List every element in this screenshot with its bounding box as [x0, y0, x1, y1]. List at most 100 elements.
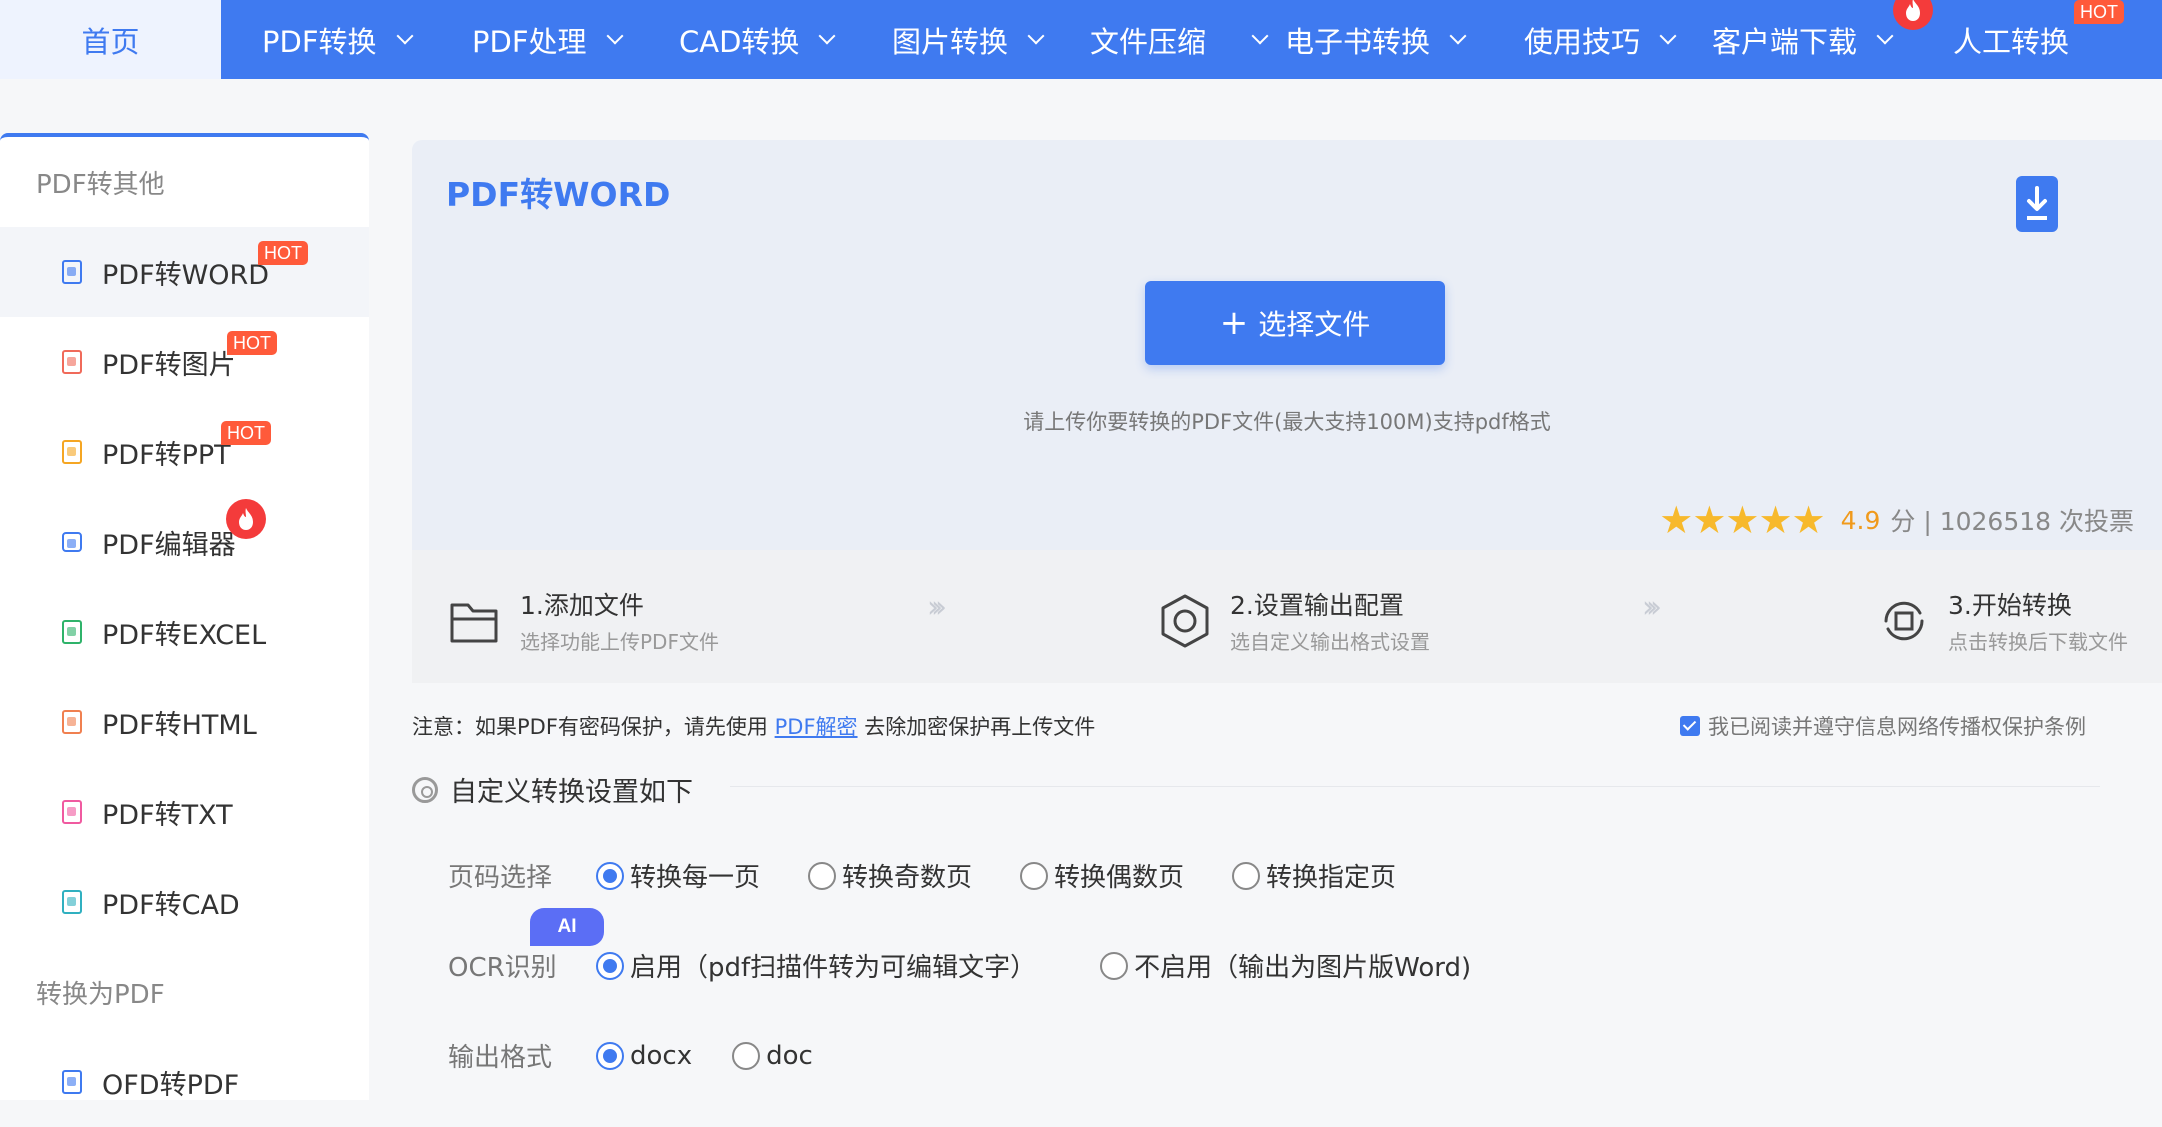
sidebar-item-label: PDF转CAD: [102, 889, 240, 921]
radio-specific-pages[interactable]: 转换指定页: [1232, 857, 1396, 894]
sidebar-item-pdf-editor[interactable]: PDF编辑器: [0, 497, 369, 587]
nav-label: 文件压缩: [1090, 24, 1207, 59]
sidebar-item-label: PDF编辑器: [102, 529, 236, 561]
radio-label: 转换指定页: [1266, 863, 1397, 893]
word-file-icon: [62, 260, 82, 284]
nav-label: 客户端下载: [1712, 24, 1858, 59]
step-title: 3.开始转换: [1948, 591, 2072, 620]
step-subtitle: 选择功能上传PDF文件: [520, 630, 719, 654]
pdf-decrypt-link[interactable]: PDF解密: [775, 715, 858, 739]
steps-bar: 1.添加文件 选择功能上传PDF文件 ››› 2.设置输出配置 选自定义输出格式…: [412, 550, 2162, 683]
hot-badge: HOT: [221, 421, 271, 445]
monitor-icon: [62, 532, 82, 552]
radio-unchecked-icon: [732, 1041, 761, 1070]
radio-format-docx[interactable]: docx: [596, 1041, 692, 1071]
sidebar-item-pdf-to-excel[interactable]: PDF转EXCEL: [0, 587, 369, 677]
divider: [730, 786, 2100, 787]
radio-format-doc[interactable]: doc: [732, 1041, 813, 1071]
folder-icon: [450, 603, 498, 642]
sidebar-item-pdf-to-word[interactable]: PDF转WORD HOT: [0, 227, 369, 317]
fire-icon: [1893, 0, 1933, 30]
sidebar-item-pdf-to-html[interactable]: PDF转HTML: [0, 677, 369, 767]
sidebar-item-label: PDF转WORD: [102, 259, 270, 291]
sidebar-item-pdf-to-cad[interactable]: PDF转CAD: [0, 857, 369, 947]
radio-unchecked-icon: [1232, 861, 1261, 890]
settings-title: 自定义转换设置如下: [412, 770, 693, 809]
sidebar-item-label: PDF转EXCEL: [102, 619, 267, 651]
nav-client-download[interactable]: 客户端下载: [1712, 0, 1894, 79]
html-file-icon: [62, 710, 82, 734]
radio-even-pages[interactable]: 转换偶数页: [1020, 857, 1184, 894]
output-format-label: 输出格式: [448, 1043, 553, 1073]
select-file-label: 选择文件: [1258, 308, 1371, 341]
nav-label: 电子书转换: [1285, 24, 1431, 59]
top-nav: 首页 PDF转换 PDF处理 CAD转换 图片转换 文件压缩 电子书转换 使用技…: [0, 0, 2162, 79]
sidebar-item-pdf-to-ppt[interactable]: PDF转PPT HOT: [0, 407, 369, 497]
upload-area[interactable]: PDF转WORD + 选择文件 请上传你要转换的PDF文件(最大支持100M)支…: [412, 140, 2162, 550]
image-file-icon: [62, 350, 82, 374]
output-format-row: 输出格式 docx doc: [448, 1037, 861, 1074]
sidebar-item-label: PDF转PPT: [102, 439, 231, 471]
radio-unchecked-icon: [1100, 951, 1129, 980]
chevron-down-icon: [1659, 27, 1677, 44]
hot-badge: HOT: [258, 241, 308, 265]
radio-checked-icon: [596, 1041, 624, 1070]
nav-image-convert[interactable]: 图片转换: [892, 0, 1045, 79]
nav-pdf-process[interactable]: PDF处理: [472, 0, 623, 79]
plus-icon: +: [1219, 303, 1249, 343]
chevron-down-icon: [1449, 27, 1467, 44]
page-title: PDF转WORD: [446, 175, 671, 214]
radio-label: 转换奇数页: [842, 863, 973, 893]
radio-ocr-enable[interactable]: 启用（pdf扫描件转为可编辑文字）: [596, 947, 1036, 984]
step-settings: 2.设置输出配置 选自定义输出格式设置: [1156, 586, 1430, 655]
step-title: 2.设置输出配置: [1230, 591, 1404, 620]
radio-checked-icon: [596, 951, 624, 980]
nav-pdf-convert[interactable]: PDF转换: [262, 0, 413, 79]
radio-every-page[interactable]: 转换每一页: [596, 857, 760, 894]
nav-home[interactable]: 首页: [0, 0, 221, 79]
nav-file-compress[interactable]: 文件压缩: [1090, 0, 1269, 79]
download-icon[interactable]: [2016, 176, 2058, 232]
hot-badge: HOT: [2074, 0, 2124, 24]
chevron-down-icon: [606, 27, 623, 44]
ocr-label: OCR识别: [448, 953, 557, 983]
radio-odd-pages[interactable]: 转换奇数页: [808, 857, 972, 894]
radio-ocr-disable[interactable]: 不启用（输出为图片版Word): [1100, 947, 1471, 984]
nav-cad-convert[interactable]: CAD转换: [679, 0, 836, 79]
rating-score: 4.9: [1840, 505, 1881, 535]
nav-ebook-convert[interactable]: 电子书转换: [1285, 0, 1467, 79]
sidebar-item-pdf-to-txt[interactable]: PDF转TXT: [0, 767, 369, 857]
nav-manual-convert[interactable]: 人工转换: [1953, 0, 2069, 79]
sidebar-item-label: OFD转PDF: [102, 1069, 240, 1101]
password-notice: 注意：如果PDF有密码保护，请先使用 PDF解密 去除加密保护再上传文件: [412, 711, 1095, 741]
sidebar-group-pdf-to-other: PDF转其他: [36, 169, 165, 200]
radio-unchecked-icon: [1020, 861, 1049, 890]
gear-icon: [412, 776, 438, 803]
convert-icon: [1884, 601, 1924, 640]
sidebar-item-label: PDF转图片: [102, 349, 236, 381]
ppt-file-icon: [62, 440, 82, 464]
ofd-file-icon: [62, 1070, 82, 1094]
sidebar: PDF转其他 PDF转WORD HOT PDF转图片 HOT PDF转PPT H…: [0, 133, 369, 1101]
sidebar-item-pdf-to-image[interactable]: PDF转图片 HOT: [0, 317, 369, 407]
nav-label: CAD转换: [679, 24, 800, 59]
radio-label: 转换每一页: [630, 863, 761, 893]
nav-label: 使用技巧: [1524, 24, 1641, 59]
nav-tips[interactable]: 使用技巧: [1524, 0, 1677, 79]
step-subtitle: 点击转换后下载文件: [1948, 630, 2128, 654]
ocr-row: OCR识别 启用（pdf扫描件转为可编辑文字） 不启用（输出为图片版Word): [448, 947, 1519, 984]
chevron-down-icon: [1251, 27, 1269, 44]
sidebar-item-label: PDF转HTML: [102, 709, 257, 741]
sidebar-group-to-pdf: 转换为PDF: [36, 979, 165, 1010]
select-file-button[interactable]: + 选择文件: [1145, 281, 1445, 365]
notice-prefix: 注意：如果PDF有密码保护，请先使用: [412, 715, 768, 739]
agree-checkbox[interactable]: 我已阅读并遵守信息网络传播权保护条例: [1680, 711, 2086, 741]
star-rating-icon: ★★★★★: [1659, 498, 1825, 542]
step-convert: 3.开始转换 点击转换后下载文件: [1876, 586, 2128, 655]
radio-label: 启用（pdf扫描件转为可编辑文字）: [630, 953, 1037, 983]
checkbox-checked-icon[interactable]: [1680, 716, 1700, 736]
sidebar-item-label: PDF转TXT: [102, 799, 233, 831]
sidebar-item-ofd-to-pdf[interactable]: OFD转PDF: [0, 1037, 369, 1127]
upload-hint: 请上传你要转换的PDF文件(最大支持100M)支持pdf格式: [1023, 410, 1551, 434]
radio-checked-icon: [596, 861, 624, 890]
